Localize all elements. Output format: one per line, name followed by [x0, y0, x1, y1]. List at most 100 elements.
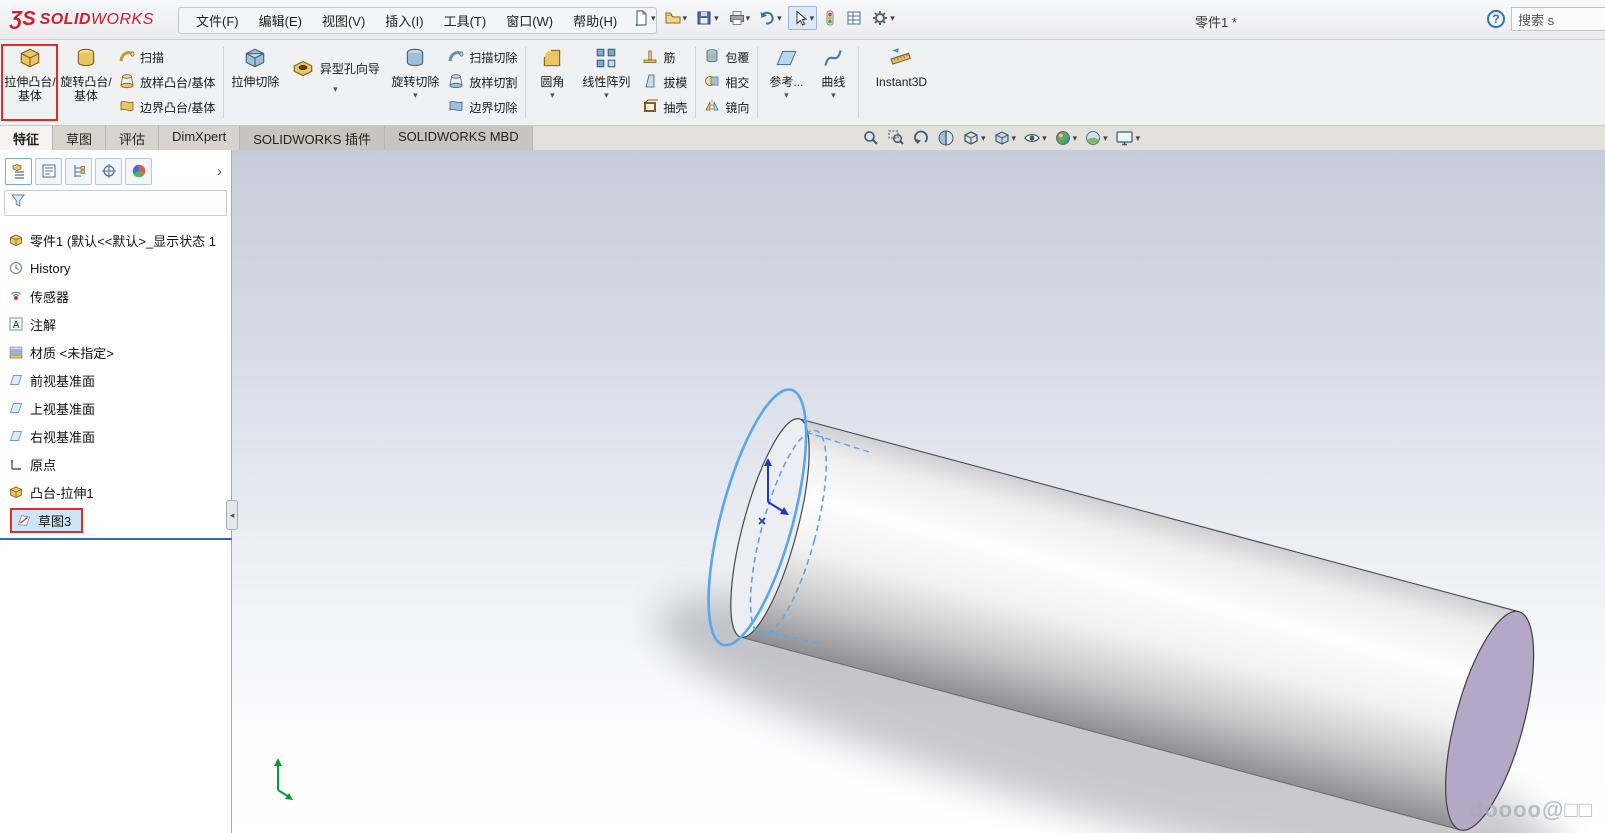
mirror-icon: [704, 98, 720, 117]
options-gear-button[interactable]: ▾: [869, 7, 897, 29]
menu-view[interactable]: 视图(V): [313, 8, 374, 33]
menu-edit[interactable]: 编辑(E): [250, 8, 311, 33]
hide-show-items-icon[interactable]: ▾: [1023, 129, 1047, 147]
plane-icon: [8, 400, 24, 416]
panel-expand-chevron[interactable]: ›: [213, 163, 226, 180]
properties-sheet-icon[interactable]: [843, 7, 865, 29]
display-manager-tab[interactable]: [125, 158, 152, 185]
fillet-button[interactable]: 圆角 ▾: [529, 42, 575, 123]
chevron-down-icon: ▾: [683, 13, 688, 24]
edit-appearance-icon[interactable]: ▾: [1054, 129, 1078, 147]
panel-splitter-handle[interactable]: ◂: [226, 500, 238, 530]
print-button[interactable]: ▾: [725, 7, 753, 29]
lofted-boss-button[interactable]: 放样凸台/基体: [116, 71, 218, 94]
tree-item-front-plane[interactable]: 前视基准面: [0, 366, 231, 394]
hole-wizard-icon: [291, 56, 315, 84]
graphics-viewport[interactable]: doooo@□□: [232, 150, 1605, 833]
tree-item-history[interactable]: History: [0, 254, 231, 282]
display-style-icon[interactable]: ▾: [993, 129, 1017, 147]
model-scene: [232, 150, 1605, 833]
tree-item-sensors[interactable]: 传感器: [0, 282, 231, 310]
previous-view-icon[interactable]: [912, 129, 930, 147]
boundary-cut-button[interactable]: 边界切除: [445, 96, 520, 119]
tree-root-part[interactable]: 零件1 (默认<<默认>_显示状态 1: [0, 226, 231, 254]
sketch-icon: [16, 512, 32, 528]
extruded-boss-icon: [18, 46, 42, 74]
wrap-icon: [704, 48, 720, 67]
sketch3-selection-box[interactable]: 草图3: [10, 508, 83, 533]
tree-item-material[interactable]: 材质 <未指定>: [0, 338, 231, 366]
chevron-down-icon: ▾: [777, 13, 782, 24]
menu-help[interactable]: 帮助(H): [564, 8, 626, 33]
tab-features[interactable]: 特征: [0, 126, 53, 150]
configuration-manager-tab[interactable]: [65, 158, 92, 185]
zoom-area-icon[interactable]: [887, 129, 905, 147]
menu-bar: 文件(F) 编辑(E) 视图(V) 插入(I) 工具(T) 窗口(W) 帮助(H…: [178, 7, 657, 34]
menu-tools[interactable]: 工具(T): [435, 8, 496, 33]
tree-item-annotations[interactable]: A 注解: [0, 310, 231, 338]
revolved-boss-icon: [74, 46, 98, 74]
boundary-boss-button[interactable]: 边界凸台/基体: [116, 96, 218, 119]
tree-filter-bar[interactable]: [4, 190, 227, 216]
tab-solidworks-addins[interactable]: SOLIDWORKS 插件: [240, 126, 385, 150]
tree-item-origin[interactable]: 原点: [0, 450, 231, 478]
swept-cut-icon: [448, 48, 464, 67]
search-input[interactable]: 搜索 s: [1511, 7, 1605, 31]
mirror-button[interactable]: 镜向: [701, 96, 752, 119]
draft-button[interactable]: 拔模: [639, 71, 690, 94]
apply-scene-icon[interactable]: ▾: [1084, 129, 1108, 147]
rollback-bar[interactable]: [0, 538, 232, 540]
open-document-button[interactable]: ▾: [662, 7, 690, 29]
revolved-cut-button[interactable]: 旋转切除 ▾: [387, 42, 443, 123]
linear-pattern-icon: [594, 46, 618, 74]
view-orientation-icon[interactable]: ▾: [962, 129, 986, 147]
tab-dimxpert[interactable]: DimXpert: [159, 126, 240, 150]
modify-stack: 包覆 相交 镜向: [699, 42, 754, 123]
revolved-boss-button[interactable]: 旋转凸台/基体: [58, 42, 114, 123]
menu-insert[interactable]: 插入(I): [376, 8, 432, 33]
save-button[interactable]: ▾: [693, 7, 721, 29]
property-manager-tab[interactable]: [35, 158, 62, 185]
selection-filter-icon[interactable]: [821, 7, 839, 29]
feature-manager-tab[interactable]: [5, 158, 32, 185]
draft-icon: [642, 73, 658, 92]
tree-item-boss-extrude1[interactable]: 凸台-拉伸1: [0, 478, 231, 506]
solidworks-logo: ƷS SOLIDWORKS: [10, 8, 154, 31]
ribbon-separator: [757, 47, 758, 118]
extruded-cut-button[interactable]: 拉伸切除: [227, 42, 283, 123]
chevron-down-icon: ▾: [746, 13, 751, 24]
fillet-icon: [540, 46, 564, 74]
undo-button[interactable]: ▾: [756, 7, 784, 29]
help-search-area: ? 搜索 s: [1487, 7, 1605, 31]
rib-button[interactable]: 筋: [639, 46, 690, 69]
tab-sketch[interactable]: 草图: [53, 126, 106, 150]
new-document-button[interactable]: ▾: [630, 7, 658, 29]
hole-wizard-button[interactable]: 异型孔向导 ▾: [283, 42, 387, 123]
tree-item-sketch3[interactable]: 草图3: [0, 506, 231, 534]
select-tool-button[interactable]: ▾: [788, 6, 818, 30]
cut-stack: 扫描切除 放样切割 边界切除: [443, 42, 522, 123]
tree-item-right-plane[interactable]: 右视基准面: [0, 422, 231, 450]
view-settings-icon[interactable]: ▾: [1115, 129, 1141, 147]
swept-cut-button[interactable]: 扫描切除: [445, 46, 520, 69]
wrap-button[interactable]: 包覆: [701, 46, 752, 69]
linear-pattern-button[interactable]: 线性阵列 ▾: [575, 42, 637, 123]
section-view-icon[interactable]: [937, 129, 955, 147]
help-icon[interactable]: ?: [1487, 10, 1505, 28]
menu-window[interactable]: 窗口(W): [497, 8, 562, 33]
swept-boss-button[interactable]: 扫描: [116, 46, 218, 69]
extruded-boss-button[interactable]: 拉伸凸台/基体: [2, 42, 58, 123]
zoom-fit-icon[interactable]: [862, 129, 880, 147]
curves-button[interactable]: 曲线 ▾: [811, 42, 855, 123]
history-icon: [8, 260, 24, 276]
tab-solidworks-mbd[interactable]: SOLIDWORKS MBD: [385, 126, 533, 150]
tree-item-top-plane[interactable]: 上视基准面: [0, 394, 231, 422]
reference-geometry-button[interactable]: 参考... ▾: [761, 42, 811, 123]
menu-file[interactable]: 文件(F): [187, 8, 248, 33]
instant3d-button[interactable]: Instant3D: [862, 42, 940, 123]
intersect-button[interactable]: 相交: [701, 71, 752, 94]
tab-evaluate[interactable]: 评估: [106, 126, 159, 150]
lofted-cut-button[interactable]: 放样切割: [445, 71, 520, 94]
dimxpert-manager-tab[interactable]: [95, 158, 122, 185]
shell-button[interactable]: 抽壳: [639, 96, 690, 119]
